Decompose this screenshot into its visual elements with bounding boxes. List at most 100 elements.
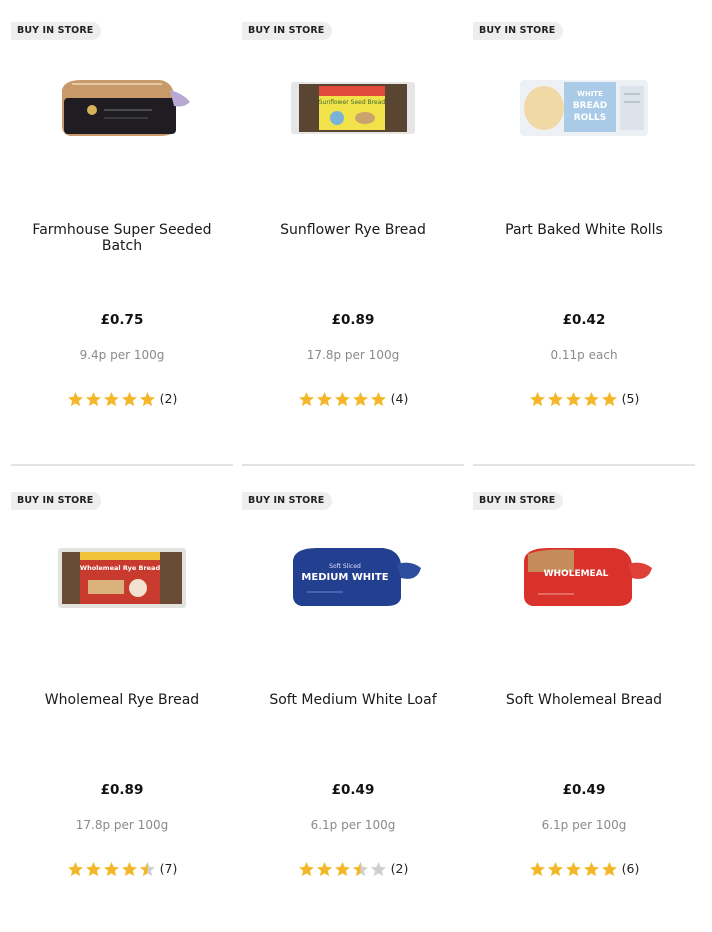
pack-line-2: BREAD (573, 101, 607, 111)
unit-price: 6.1p per 100g (541, 818, 627, 832)
star-filled-icon (121, 392, 137, 407)
review-count: (5) (621, 391, 640, 406)
pack-label: Wholemeal Rye Bread (80, 564, 161, 572)
pack-label: Sunflower Seed Bread (319, 99, 386, 106)
star-filled-icon (103, 392, 119, 407)
star-filled-icon (529, 392, 545, 407)
product-card[interactable]: BUY IN STORE Sunflower Seed Bread Sunflo… (242, 22, 464, 462)
product-image[interactable]: Soft Sliced MEDIUM WHITE (242, 542, 464, 692)
product-image[interactable]: WHOLEMEAL (473, 542, 695, 692)
star-filled-icon (565, 862, 581, 877)
product-image[interactable] (11, 72, 233, 222)
wholemeal-rye-pack-image: Wholemeal Rye Bread (58, 548, 186, 608)
product-card[interactable]: BUY IN STORE WHOLEMEAL Soft Wholemeal Br… (473, 492, 695, 932)
buy-in-store-badge: BUY IN STORE (242, 22, 333, 40)
white-rolls-pack-image: WHITE BREAD ROLLS (520, 80, 648, 136)
star-filled-icon (601, 392, 617, 407)
product-card[interactable]: BUY IN STORE WHITE BREAD ROLLS Part Bake… (473, 22, 695, 462)
star-rating (529, 859, 619, 878)
wholemeal-loaf-image: WHOLEMEAL (524, 548, 652, 606)
product-name[interactable]: Farmhouse Super Seeded Batch (11, 222, 233, 254)
star-rating (298, 389, 388, 408)
star-rating (529, 389, 619, 408)
product-rating[interactable]: (2) (242, 858, 464, 878)
product-name[interactable]: Sunflower Rye Bread (242, 222, 464, 238)
product-image[interactable]: Wholemeal Rye Bread (11, 542, 233, 692)
star-filled-icon (67, 862, 83, 877)
buy-in-store-badge: BUY IN STORE (242, 492, 333, 510)
unit-price: 17.8p per 100g (75, 818, 169, 832)
row-divider (11, 464, 233, 466)
pack-big-text: MEDIUM WHITE (301, 572, 388, 583)
row-divider (242, 464, 464, 466)
product-name[interactable]: Soft Wholemeal Bread (473, 692, 695, 708)
product-grid: BUY IN STORE Farmhouse Super Seeded Batc… (0, 0, 712, 911)
sunflower-rye-pack-image: Sunflower Seed Bread (291, 82, 415, 134)
product-card[interactable]: BUY IN STORE Wholemeal Rye Bread Wholeme… (11, 492, 233, 932)
buy-in-store-badge: BUY IN STORE (11, 22, 102, 40)
seeded-batch-loaf-image (62, 80, 190, 136)
pack-small-text: Soft Sliced (329, 563, 361, 570)
star-filled-icon (298, 862, 314, 877)
product-price: £0.49 (562, 782, 606, 798)
review-count: (4) (390, 391, 409, 406)
product-price: £0.89 (331, 312, 375, 328)
star-filled-icon (67, 392, 83, 407)
star-filled-icon (316, 392, 332, 407)
star-filled-icon (565, 392, 581, 407)
star-rating (67, 859, 157, 878)
star-filled-icon (370, 392, 386, 407)
star-empty-icon (370, 862, 386, 877)
product-name[interactable]: Part Baked White Rolls (473, 222, 695, 238)
product-card[interactable]: BUY IN STORE Soft Sliced MEDIUM WHITE So… (242, 492, 464, 932)
product-card[interactable]: BUY IN STORE Farmhouse Super Seeded Batc… (11, 22, 233, 462)
star-filled-icon (352, 392, 368, 407)
pack-line-1: WHITE (577, 90, 603, 98)
product-price: £0.42 (562, 312, 606, 328)
unit-price: 17.8p per 100g (306, 348, 400, 362)
star-filled-icon (85, 392, 101, 407)
buy-in-store-badge: BUY IN STORE (473, 22, 564, 40)
star-filled-icon (334, 862, 350, 877)
star-filled-icon (583, 392, 599, 407)
product-price: £0.75 (100, 312, 144, 328)
review-count: (7) (159, 861, 178, 876)
medium-white-loaf-image: Soft Sliced MEDIUM WHITE (293, 548, 421, 606)
star-filled-icon (103, 862, 119, 877)
star-half-icon (352, 862, 368, 877)
star-filled-icon (139, 392, 155, 407)
product-name[interactable]: Soft Medium White Loaf (242, 692, 464, 708)
star-filled-icon (529, 862, 545, 877)
star-filled-icon (298, 392, 314, 407)
review-count: (2) (159, 391, 178, 406)
product-rating[interactable]: (4) (242, 388, 464, 408)
product-image[interactable]: Sunflower Seed Bread (242, 72, 464, 222)
row-divider (473, 464, 695, 466)
product-image[interactable]: WHITE BREAD ROLLS (473, 72, 695, 222)
star-rating (67, 389, 157, 408)
unit-price: 9.4p per 100g (79, 348, 165, 362)
star-filled-icon (547, 392, 563, 407)
star-filled-icon (334, 392, 350, 407)
product-price: £0.49 (331, 782, 375, 798)
review-count: (6) (621, 861, 640, 876)
product-rating[interactable]: (7) (11, 858, 233, 878)
star-filled-icon (121, 862, 137, 877)
review-count: (2) (390, 861, 409, 876)
star-rating (298, 859, 388, 878)
star-filled-icon (547, 862, 563, 877)
buy-in-store-badge: BUY IN STORE (473, 492, 564, 510)
star-half-icon (139, 862, 155, 877)
buy-in-store-badge: BUY IN STORE (11, 492, 102, 510)
product-rating[interactable]: (6) (473, 858, 695, 878)
product-name[interactable]: Wholemeal Rye Bread (11, 692, 233, 708)
pack-line-3: ROLLS (574, 113, 607, 123)
star-filled-icon (601, 862, 617, 877)
product-rating[interactable]: (5) (473, 388, 695, 408)
star-filled-icon (583, 862, 599, 877)
star-filled-icon (316, 862, 332, 877)
pack-big-text: WHOLEMEAL (544, 569, 609, 579)
star-filled-icon (85, 862, 101, 877)
unit-price: 6.1p per 100g (310, 818, 396, 832)
product-rating[interactable]: (2) (11, 388, 233, 408)
